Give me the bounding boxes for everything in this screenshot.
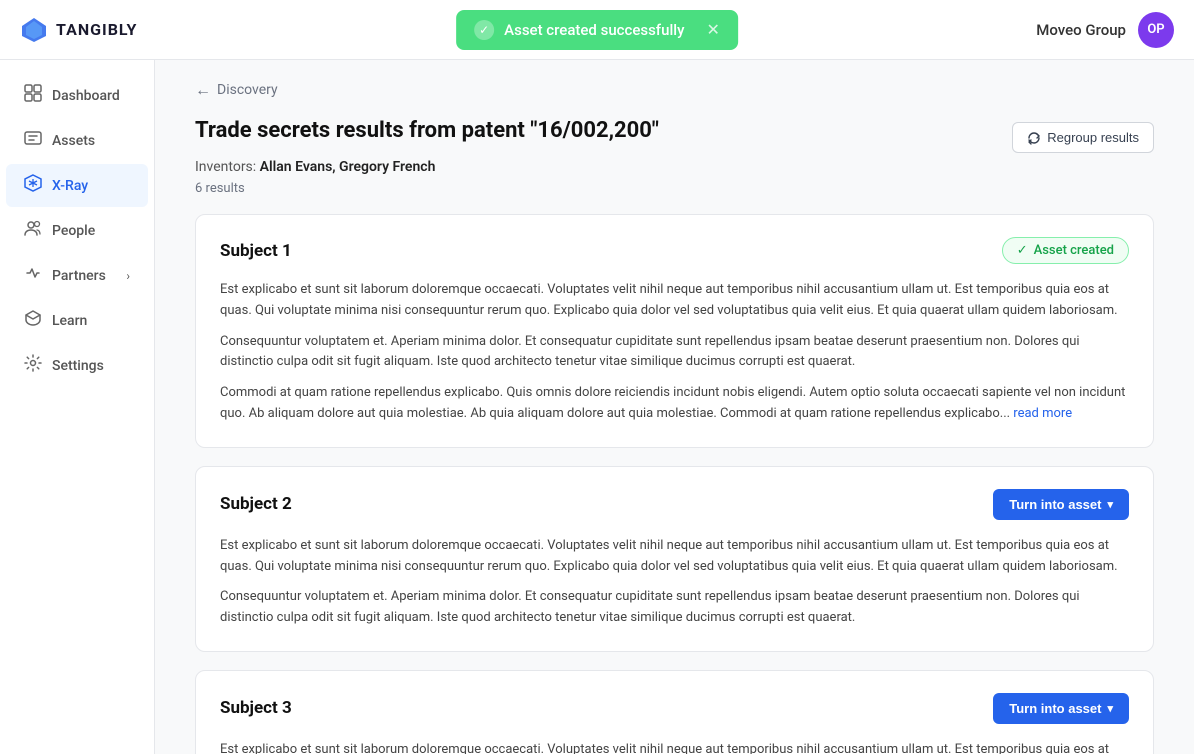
breadcrumb-arrow-icon: ←: [195, 80, 211, 100]
sidebar-label-partners: Partners: [52, 268, 106, 284]
toast-close-button[interactable]: ✕: [706, 20, 719, 39]
dashboard-icon: [24, 84, 42, 107]
turn-into-asset-label-2: Turn into asset: [1009, 497, 1101, 512]
card-paragraph: Commodi at quam ratione repellendus expl…: [220, 383, 1129, 425]
sidebar-label-xray: X-Ray: [52, 178, 88, 194]
card-paragraph: Est explicabo et sunt sit laborum dolore…: [220, 280, 1129, 322]
sidebar-item-assets[interactable]: Assets: [6, 119, 148, 162]
turn-into-asset-label-3: Turn into asset: [1009, 701, 1101, 716]
page-title: Trade secrets results from patent "16/00…: [195, 118, 659, 143]
inventors-names: Allan Evans, Gregory French: [260, 159, 436, 175]
subject-card-2: Subject 2 Turn into asset ▾ Est explicab…: [195, 466, 1154, 652]
logo-icon: [20, 16, 48, 44]
avatar[interactable]: OP: [1138, 12, 1174, 48]
subject-title-3: Subject 3: [220, 698, 292, 718]
topbar-right: Moveo Group OP: [1036, 12, 1174, 48]
sidebar-item-learn[interactable]: Learn: [6, 299, 148, 342]
turn-into-asset-button-2[interactable]: Turn into asset ▾: [993, 489, 1129, 520]
people-icon: [24, 219, 42, 242]
card-paragraph: Consequuntur voluptatem et. Aperiam mini…: [220, 587, 1129, 629]
turn-into-asset-chevron-icon-2: ▾: [1107, 498, 1113, 511]
subject-card-3: Subject 3 Turn into asset ▾ Est explicab…: [195, 670, 1154, 754]
turn-into-asset-button-3[interactable]: Turn into asset ▾: [993, 693, 1129, 724]
learn-icon: [24, 309, 42, 332]
card-header-3: Subject 3 Turn into asset ▾: [220, 693, 1129, 724]
inventors-row: Inventors: Allan Evans, Gregory French: [195, 159, 1154, 175]
asset-created-badge: ✓ Asset created: [1002, 237, 1129, 264]
sidebar-item-partners[interactable]: Partners ›: [6, 254, 148, 297]
breadcrumb: ← Discovery: [195, 80, 1154, 100]
card-paragraph: Consequuntur voluptatem et. Aperiam mini…: [220, 332, 1129, 374]
regroup-icon: [1027, 131, 1041, 145]
partners-icon: [24, 264, 42, 287]
subject-title-1: Subject 1: [220, 241, 292, 261]
card-body-1: Est explicabo et sunt sit laborum dolore…: [220, 280, 1129, 425]
toast-check-icon: ✓: [474, 20, 494, 40]
asset-created-check-icon: ✓: [1017, 243, 1028, 258]
settings-icon: [24, 354, 42, 377]
asset-created-label: Asset created: [1034, 243, 1114, 258]
topbar: TANGIBLY ✓ Asset created successfully ✕ …: [0, 0, 1194, 60]
results-count: 6 results: [195, 181, 1154, 196]
sidebar: Dashboard Assets X-Ray People Partners: [0, 60, 155, 754]
company-name: Moveo Group: [1036, 21, 1126, 39]
sidebar-item-settings[interactable]: Settings: [6, 344, 148, 387]
page-header: Trade secrets results from patent "16/00…: [195, 118, 1154, 153]
inventors-label: Inventors:: [195, 159, 256, 175]
card-header-2: Subject 2 Turn into asset ▾: [220, 489, 1129, 520]
logo: TANGIBLY: [20, 16, 137, 44]
toast-container: ✓ Asset created successfully ✕: [456, 10, 738, 50]
toast-message: Asset created successfully: [504, 21, 684, 39]
card-header-1: Subject 1 ✓ Asset created: [220, 237, 1129, 264]
subject-card-1: Subject 1 ✓ Asset created Est explicabo …: [195, 214, 1154, 448]
regroup-label: Regroup results: [1047, 130, 1139, 145]
subject-title-2: Subject 2: [220, 494, 292, 514]
sidebar-label-settings: Settings: [52, 358, 104, 374]
sidebar-label-dashboard: Dashboard: [52, 88, 120, 104]
sidebar-label-people: People: [52, 223, 95, 239]
partners-chevron-icon: ›: [126, 269, 130, 283]
sidebar-item-xray[interactable]: X-Ray: [6, 164, 148, 207]
success-toast: ✓ Asset created successfully ✕: [456, 10, 738, 50]
sidebar-item-people[interactable]: People: [6, 209, 148, 252]
layout: Dashboard Assets X-Ray People Partners: [0, 60, 1194, 754]
card-body-2: Est explicabo et sunt sit laborum dolore…: [220, 536, 1129, 629]
xray-icon: [24, 174, 42, 197]
card-paragraph: Est explicabo et sunt sit laborum dolore…: [220, 740, 1129, 754]
regroup-results-button[interactable]: Regroup results: [1012, 122, 1154, 153]
assets-icon: [24, 129, 42, 152]
turn-into-asset-chevron-icon-3: ▾: [1107, 702, 1113, 715]
sidebar-label-learn: Learn: [52, 313, 87, 329]
breadcrumb-link-discovery[interactable]: Discovery: [217, 82, 278, 98]
main-content: ← Discovery Trade secrets results from p…: [155, 60, 1194, 754]
app-name: TANGIBLY: [56, 20, 137, 39]
card-body-3: Est explicabo et sunt sit laborum dolore…: [220, 740, 1129, 754]
read-more-link-1[interactable]: read more: [1013, 406, 1072, 421]
card-paragraph: Est explicabo et sunt sit laborum dolore…: [220, 536, 1129, 578]
sidebar-item-dashboard[interactable]: Dashboard: [6, 74, 148, 117]
sidebar-label-assets: Assets: [52, 133, 95, 149]
